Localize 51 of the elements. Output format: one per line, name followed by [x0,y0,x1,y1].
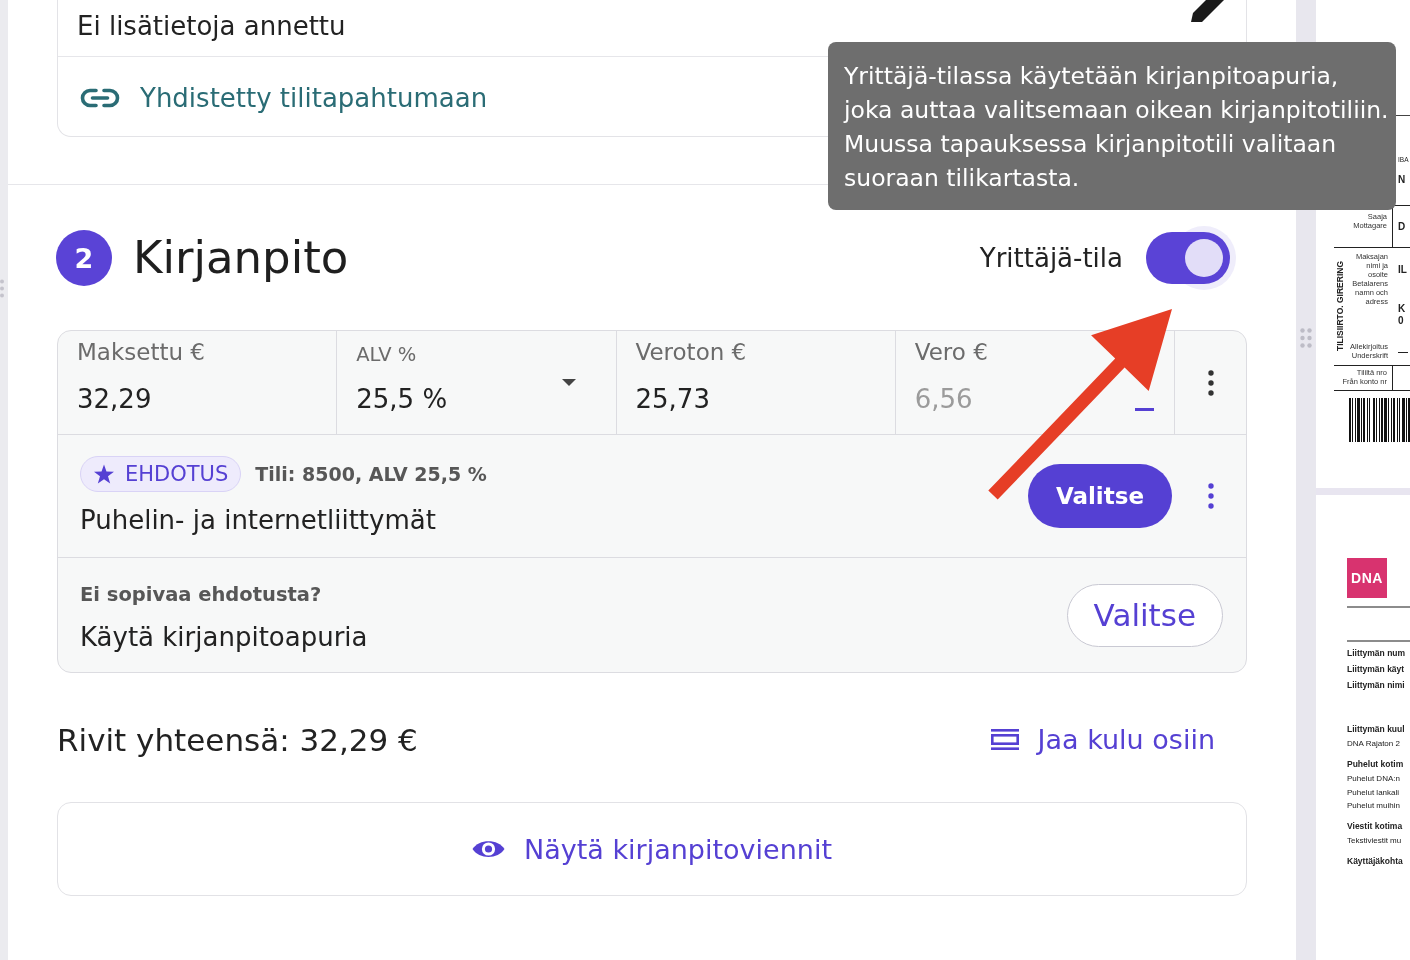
document-text: Liittymän num [1347,647,1406,660]
kebab-icon [1207,369,1214,396]
select-button[interactable]: Valitse [1066,583,1223,647]
link-icon [80,87,120,108]
document-text: DNA Rajaton 2 [1347,738,1400,750]
show-entries-button[interactable]: Näytä kirjanpitoviennit [57,802,1247,896]
document-text: Liittymän käyt [1347,663,1405,676]
document-text: Puhelut kotim [1347,758,1404,771]
star-icon [93,463,115,484]
document-text: K [1398,303,1406,315]
note-text: Ei lisätietoja annettu [77,10,346,43]
document-text: Tekstiviestit mu [1347,835,1402,847]
input-field[interactable]: Maksettu € 32,29 [58,331,338,434]
minus-icon [1135,408,1154,411]
suggestion-label: EHDOTUS [125,461,229,486]
brand-logo: DNA [1347,558,1387,598]
document-text: Liittymän kuul [1347,723,1405,736]
document-text: IL [1398,264,1407,276]
document-text: 0 [1398,315,1404,327]
document-text: TILISIIRTO. GIRERING [1335,261,1345,352]
fallback-question: Ei sopivaa ehdotusta? [80,582,322,608]
barcode-icon [1349,398,1410,442]
drag-handle-icon[interactable] [1300,328,1312,348]
toggle-label: Yrittäjä-tila [979,243,1123,273]
tooltip: Yrittäjä-tilassa käytetään kirjanpitoapuria, joka auttaa valitsemaan oikean kirjanpitotiliin. Muussa tapauksessa kirjanpitotili valitaan suoraan tilikartasta. [828,42,1396,210]
transaction-link[interactable]: Yhdistetty tilitapahtumaan [80,80,488,115]
document-text: Puhelut DNA:n [1347,773,1400,785]
document-text: Puhelut muihin [1347,800,1400,812]
fallback-text: Käytä kirjanpitoapuria [80,621,368,654]
account-info: Tili: 8500, ALV 25,5 % [255,462,487,485]
toggle-switch[interactable] [1146,224,1237,292]
suggestion-name: Puhelin- ja internetliittymät [80,503,436,537]
select-button[interactable]: Valitse [1027,464,1172,528]
document-text: D [1398,220,1406,233]
document-text: Puhelut lankali [1347,786,1400,799]
drag-handle-icon[interactable] [0,279,5,298]
document-text: N [1398,174,1406,185]
document-text: Käyttäjäkohta [1347,855,1403,868]
input-field[interactable]: Veroton € 25,73 [616,331,896,434]
lines-icon [990,729,1019,750]
document-text: Viestit kotima [1347,820,1403,833]
section-title: Kirjanpito [133,230,349,286]
total-text: Rivit yhteensä: 32,29 € [57,721,418,758]
pencil-icon[interactable] [1191,0,1225,22]
eye-icon [472,838,505,860]
step-number: 2 [56,230,112,286]
document-text: Liittymän nimi [1347,679,1405,692]
select-field[interactable]: ALV % 25,5 % [337,331,617,434]
split-button[interactable]: Jaa kulu osiin [990,724,1215,755]
caret-icon [561,379,576,386]
kebab-icon [1207,483,1214,509]
